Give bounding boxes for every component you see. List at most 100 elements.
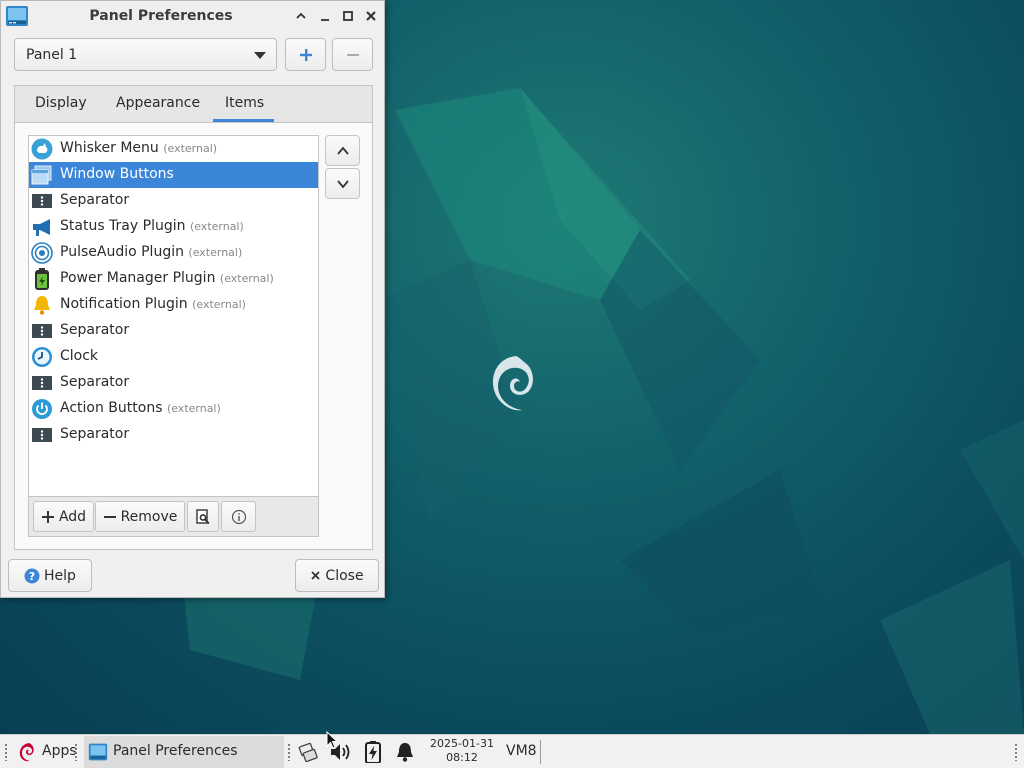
panel-handle — [74, 743, 78, 761]
list-item-window-buttons[interactable]: Window Buttons — [29, 162, 318, 188]
close-label: Close — [325, 567, 364, 584]
item-name: Separator — [60, 426, 130, 442]
megaphone-icon — [33, 219, 50, 236]
chevron-down-icon — [336, 179, 349, 188]
item-preferences-button[interactable] — [187, 501, 219, 532]
list-item-action-buttons[interactable]: Action Buttons (external) — [29, 396, 318, 422]
mouse-cursor-icon — [326, 731, 338, 749]
battery-charging-icon[interactable] — [362, 741, 384, 763]
list-item-separator[interactable]: Separator — [29, 370, 318, 396]
close-icon — [311, 571, 321, 580]
item-name: Clock — [60, 348, 99, 364]
minus-icon — [346, 53, 359, 56]
plus-icon — [299, 48, 312, 61]
remove-item-label: Remove — [120, 508, 178, 525]
workspace-label[interactable]: VM8 — [506, 743, 537, 759]
clock-date: 2025-01-31 — [430, 737, 494, 750]
tab-display[interactable]: Display — [35, 95, 87, 111]
close-button[interactable]: Close — [295, 559, 379, 592]
tab-bar: Display Appearance Items — [15, 86, 372, 123]
panel-preferences-app-icon — [88, 743, 108, 761]
window-title: Panel Preferences — [89, 8, 233, 24]
taskbar-window-title: Panel Preferences — [113, 743, 238, 759]
move-item-down-button[interactable] — [325, 168, 360, 199]
minimize-icon — [321, 19, 329, 21]
list-item-separator[interactable]: Separator — [29, 188, 318, 214]
bell-icon[interactable] — [394, 741, 416, 763]
help-button[interactable]: ? Help — [8, 559, 92, 592]
title-bar[interactable]: Panel Preferences — [1, 1, 384, 31]
window-roll-up-button[interactable] — [291, 6, 311, 26]
item-name: Separator — [60, 374, 130, 390]
taskbar: Apps Panel Preferences 2025-01-31 08:12 … — [0, 734, 1024, 768]
list-item-whisker-menu[interactable]: Whisker Menu (external) — [29, 136, 318, 162]
debian-swirl-logo — [492, 356, 533, 411]
items-toolbar: Add Remove — [28, 497, 319, 537]
tab-items[interactable]: Items — [225, 95, 264, 111]
item-name: Notification Plugin — [60, 296, 188, 312]
panel-select-value: Panel 1 — [26, 47, 78, 63]
debian-logo-icon — [19, 743, 34, 762]
item-name: PulseAudio Plugin — [60, 244, 184, 260]
panel-handle-left[interactable] — [4, 743, 8, 761]
preferences-icon — [196, 508, 210, 524]
item-name: Action Buttons — [60, 400, 163, 416]
window-close-button[interactable] — [361, 6, 381, 26]
whisker-menu-icon — [31, 138, 53, 160]
add-item-button[interactable]: Add — [33, 501, 94, 532]
list-item-power-manager-plugin[interactable]: Power Manager Plugin (external) — [29, 266, 318, 292]
panel-handle-right[interactable] — [1014, 743, 1018, 761]
list-item-notification-plugin[interactable]: Notification Plugin (external) — [29, 292, 318, 318]
list-item-clock[interactable]: Clock — [29, 344, 318, 370]
separator-icon — [32, 324, 52, 338]
item-name: Window Buttons — [60, 166, 174, 182]
maximize-icon — [343, 11, 353, 21]
item-suffix: (external) — [188, 246, 243, 259]
taskbar-window-panel-preferences[interactable]: Panel Preferences — [84, 736, 284, 768]
item-name: Whisker Menu — [60, 140, 159, 156]
apps-label: Apps — [42, 743, 77, 759]
power-icon — [32, 399, 52, 419]
remove-item-button[interactable]: Remove — [95, 501, 185, 532]
window-maximize-button[interactable] — [338, 6, 358, 26]
item-name: Separator — [60, 192, 130, 208]
move-item-up-button[interactable] — [325, 135, 360, 166]
window-minimize-button[interactable] — [315, 6, 335, 26]
network-icon[interactable] — [297, 741, 319, 763]
help-icon: ? — [24, 568, 40, 583]
separator-icon — [32, 428, 52, 442]
apps-menu-button[interactable]: Apps — [17, 739, 81, 765]
svg-text:?: ? — [29, 570, 35, 583]
list-item-separator[interactable]: Separator — [29, 318, 318, 344]
panel-select[interactable]: Panel 1 — [14, 38, 277, 71]
panel-items-list[interactable]: Whisker Menu (external) Window Buttons S… — [28, 135, 319, 497]
item-suffix: (external) — [219, 272, 274, 285]
add-panel-button[interactable] — [285, 38, 326, 71]
bell-icon — [34, 296, 50, 315]
item-suffix: (external) — [166, 402, 221, 415]
clock[interactable]: 2025-01-31 08:12 — [430, 737, 494, 765]
preferences-notebook: Display Appearance Items Whisker Menu (e… — [14, 85, 373, 550]
panel-preferences-window: Panel Preferences Panel 1 Display Appear… — [0, 0, 385, 598]
list-item-status-tray-plugin[interactable]: Status Tray Plugin (external) — [29, 214, 318, 240]
audio-icon — [31, 242, 53, 264]
item-about-button[interactable] — [221, 501, 256, 532]
clock-time: 08:12 — [446, 751, 478, 764]
chevron-up-icon — [336, 146, 349, 155]
item-suffix: (external) — [189, 220, 244, 233]
help-label: Help — [44, 567, 76, 584]
window-buttons-icon — [31, 165, 52, 185]
item-suffix: (external) — [163, 142, 218, 155]
remove-panel-button[interactable] — [332, 38, 373, 71]
taskbar-divider — [540, 740, 541, 764]
item-name: Status Tray Plugin — [60, 218, 186, 234]
item-name: Power Manager Plugin — [60, 270, 216, 286]
active-tab-indicator — [213, 119, 274, 122]
separator-icon — [32, 376, 52, 390]
tab-appearance[interactable]: Appearance — [116, 95, 200, 111]
item-name: Separator — [60, 322, 130, 338]
close-icon — [366, 11, 376, 21]
separator-icon — [32, 194, 52, 208]
list-item-pulseaudio-plugin[interactable]: PulseAudio Plugin (external) — [29, 240, 318, 266]
list-item-separator[interactable]: Separator — [29, 422, 318, 448]
